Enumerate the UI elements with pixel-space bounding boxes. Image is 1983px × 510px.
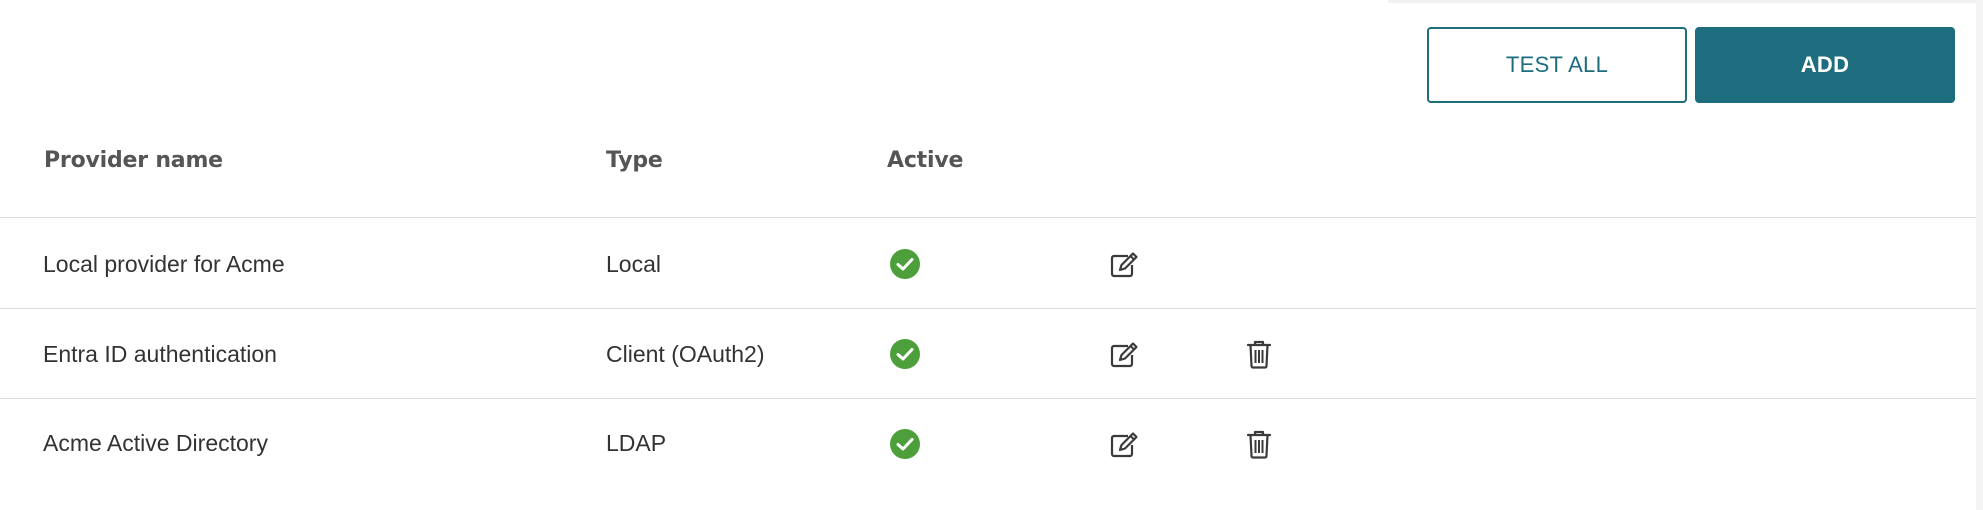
check-circle-icon: [890, 339, 920, 369]
add-button-label: ADD: [1800, 52, 1850, 77]
trash-icon[interactable]: [1243, 338, 1275, 370]
provider-type-cell: LDAP: [606, 430, 667, 456]
test-all-button-label: TEST ALL: [1505, 52, 1609, 77]
add-button[interactable]: ADD: [1695, 27, 1955, 103]
column-header-provider-name[interactable]: Provider name: [44, 148, 223, 173]
column-header-type[interactable]: Type: [606, 148, 663, 173]
provider-name-cell: Acme Active Directory: [43, 430, 268, 456]
header-divider: [0, 217, 1976, 218]
row-divider: [0, 308, 1976, 309]
provider-type-cell: Local: [606, 251, 661, 277]
top-edge: [1388, 0, 1983, 3]
test-all-button[interactable]: TEST ALL: [1427, 27, 1687, 103]
provider-type-cell: Client (OAuth2): [606, 341, 765, 367]
check-circle-icon: [890, 249, 920, 279]
trash-icon[interactable]: [1243, 428, 1275, 460]
provider-name-cell: Entra ID authentication: [43, 341, 277, 367]
check-circle-icon: [890, 429, 920, 459]
edit-icon[interactable]: [1108, 429, 1140, 461]
provider-name-cell: Local provider for Acme: [43, 251, 285, 277]
row-divider: [0, 398, 1976, 399]
column-header-active[interactable]: Active: [887, 148, 963, 173]
edit-icon[interactable]: [1108, 339, 1140, 371]
edit-icon[interactable]: [1108, 249, 1140, 281]
right-edge: [1976, 0, 1983, 510]
